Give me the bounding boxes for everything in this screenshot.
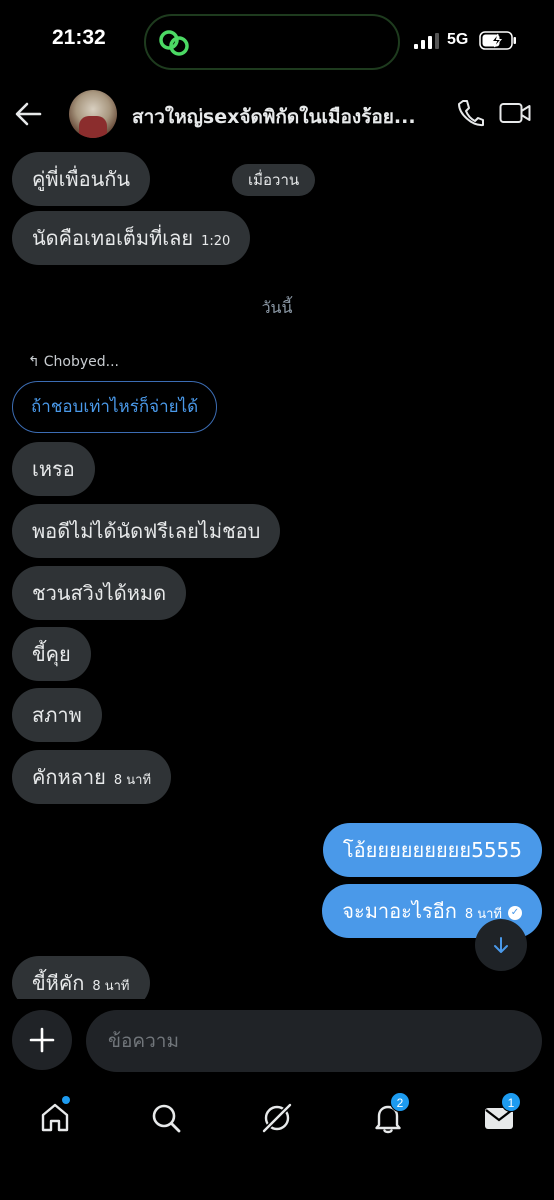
message-time: 1:20	[201, 234, 231, 249]
message-text: คู่พี่เพื่อนกัน	[32, 167, 131, 191]
back-arrow-icon[interactable]	[12, 98, 44, 130]
nav-messages[interactable]: 1	[479, 1092, 521, 1138]
add-attachment-button[interactable]	[12, 1010, 72, 1070]
status-bar: 21:32 5G	[0, 0, 554, 84]
message-text: นัดคือเทอเต็มที่เลย	[32, 226, 194, 250]
status-time: 21:32	[52, 26, 106, 49]
message-bubble-outgoing[interactable]: โอ้ยยยยยยยยย5555	[322, 823, 542, 877]
message-count-badge: 1	[501, 1092, 521, 1112]
message-bubble-incoming[interactable]: เหรอ	[12, 442, 95, 496]
message-text: คักหลาย	[32, 765, 106, 789]
message-bubble-incoming[interactable]: ชวนสวิงได้หมด	[12, 566, 187, 620]
reply-arrow-icon: ↰	[28, 354, 40, 370]
arrow-down-icon	[494, 937, 508, 953]
message-text: โอ้ยยยยยยยยย5555	[342, 838, 522, 862]
reply-context: ↰ Chobyed...	[28, 354, 119, 370]
message-text: สภาพ	[32, 703, 82, 727]
link-icon	[159, 30, 189, 56]
message-time: 8 นาที	[113, 773, 152, 788]
scroll-to-bottom-button[interactable]	[475, 919, 527, 971]
message-bubble-incoming[interactable]: สภาพ	[12, 688, 102, 742]
video-camera-icon[interactable]	[499, 101, 531, 125]
quoted-message[interactable]: ถ้าชอบเท่าไหร่ก็จ่ายได้	[12, 381, 218, 433]
nav-grok[interactable]	[257, 1098, 297, 1138]
message-input[interactable]	[86, 1010, 542, 1072]
message-bubble-incoming[interactable]: นัดคือเทอเต็มที่เลย 1:20	[12, 211, 251, 265]
message-bubble-incoming[interactable]: คู่พี่เพื่อนกัน	[12, 152, 151, 206]
unread-dot	[62, 1096, 70, 1104]
phone-icon[interactable]	[456, 98, 484, 128]
message-text: จะมาอะไรอีก	[342, 899, 457, 923]
message-bubble-incoming[interactable]: ขี้หีคัก 8 นาที	[12, 956, 150, 999]
signal-icon	[414, 33, 439, 49]
avatar[interactable]	[69, 90, 117, 138]
date-chip: เมื่อวาน	[232, 164, 316, 196]
message-text: ขี้หีคัก	[32, 971, 85, 995]
nav-notifications[interactable]: 2	[368, 1092, 410, 1138]
battery-charging-icon	[479, 31, 516, 50]
home-icon	[41, 1103, 69, 1132]
message-composer	[0, 1004, 554, 1084]
message-text: พอดีไม่ได้นัดฟรีเลยไม่ชอบ	[32, 519, 261, 543]
search-icon	[152, 1104, 181, 1133]
dynamic-island[interactable]	[144, 14, 400, 70]
nav-home[interactable]	[35, 1096, 75, 1138]
message-text: ชวนสวิงได้หมด	[32, 581, 167, 605]
network-type: 5G	[447, 31, 469, 48]
day-separator: วันนี้	[261, 298, 293, 317]
message-bubble-incoming[interactable]: คักหลาย 8 นาที	[12, 750, 172, 804]
message-text: ขี้คุย	[32, 642, 71, 666]
read-check-icon: ✓	[508, 905, 522, 920]
nav-search[interactable]	[146, 1098, 186, 1138]
plus-icon	[29, 1027, 55, 1053]
grok-icon	[262, 1103, 292, 1133]
contact-name[interactable]: สาวใหญ่sexจัดพิกัดในเมืองร้อย...	[132, 102, 436, 132]
message-bubble-incoming[interactable]: พอดีไม่ได้นัดฟรีเลยไม่ชอบ	[12, 504, 281, 558]
notification-count-badge: 2	[390, 1092, 410, 1112]
reply-to-name: Chobyed...	[43, 354, 119, 370]
message-list[interactable]: คู่พี่เพื่อนกัน เมื่อวาน นัดคือเทอเต็มที…	[0, 146, 554, 999]
message-bubble-incoming[interactable]: ขี้คุย	[12, 627, 91, 681]
message-time: 8 นาที	[92, 979, 130, 994]
bottom-navigation: 2 1	[0, 1084, 554, 1200]
message-text: เหรอ	[32, 457, 75, 481]
conversation-header: สาวใหญ่sexจัดพิกัดในเมืองร้อย...	[0, 84, 554, 146]
